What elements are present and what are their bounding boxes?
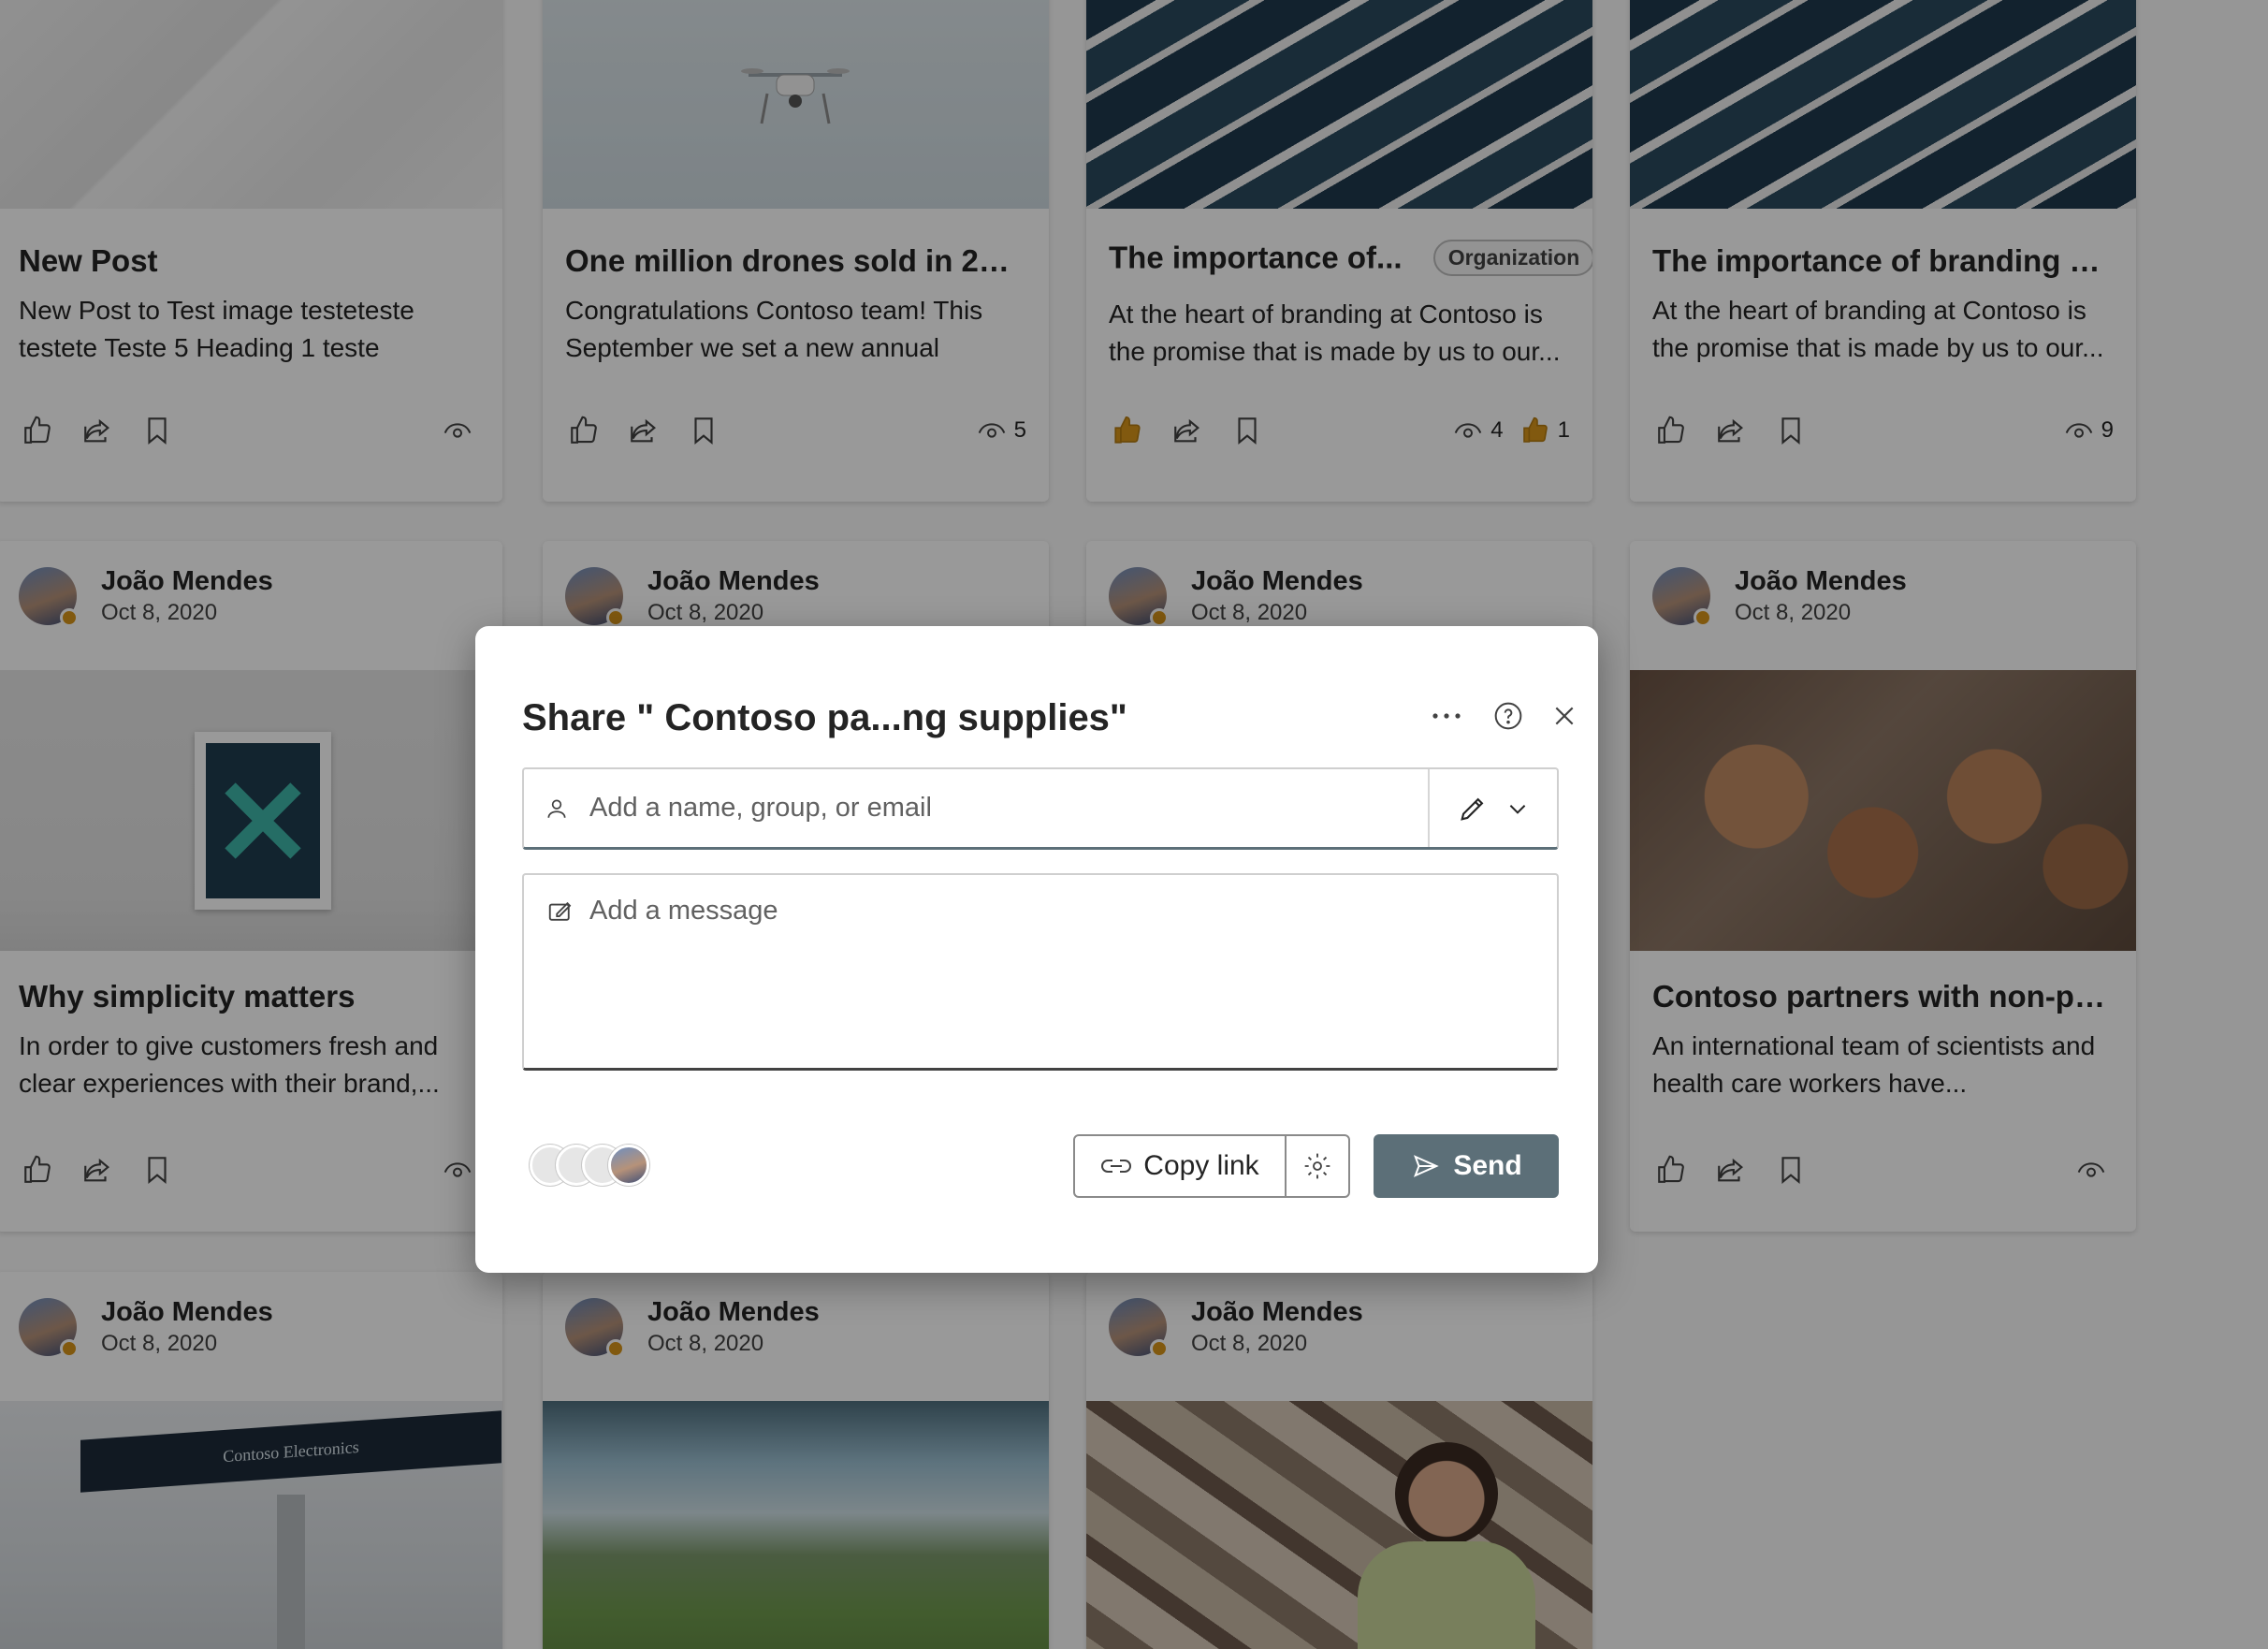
message-placeholder[interactable]: Add a message [589,896,778,927]
send-button[interactable]: Send [1374,1134,1559,1198]
people-input-placeholder[interactable]: Add a name, group, or email [589,793,1428,824]
dialog-title: Share " Contoso pa...ng supplies" [522,697,1127,738]
people-picker[interactable]: Add a name, group, or email [522,767,1559,850]
person-icon [524,796,589,821]
close-button[interactable] [1542,693,1587,738]
chevron-down-icon [1509,804,1526,814]
edit-pencil-icon [1461,797,1484,821]
link-settings-button[interactable] [1287,1136,1348,1196]
message-field[interactable]: Add a message [522,873,1559,1071]
copy-link-button[interactable]: Copy link [1075,1136,1287,1196]
gear-icon [1304,1153,1330,1179]
send-label: Send [1453,1150,1522,1181]
compose-message-icon [546,897,574,930]
copy-link-group: Copy link [1073,1134,1350,1198]
send-icon [1414,1155,1440,1177]
more-options-button[interactable] [1424,693,1469,738]
more-horizontal-icon [1432,713,1461,719]
close-icon [1555,707,1574,725]
permissions-dropdown[interactable] [1428,769,1557,847]
link-icon [1101,1160,1132,1173]
help-button[interactable] [1486,693,1531,738]
help-icon [1494,702,1522,730]
copy-link-label: Copy link [1143,1150,1259,1181]
avatar [608,1145,649,1186]
share-dialog: Share " Contoso pa...ng supplies" Add a … [475,626,1598,1273]
shared-with-avatars[interactable] [530,1145,661,1186]
